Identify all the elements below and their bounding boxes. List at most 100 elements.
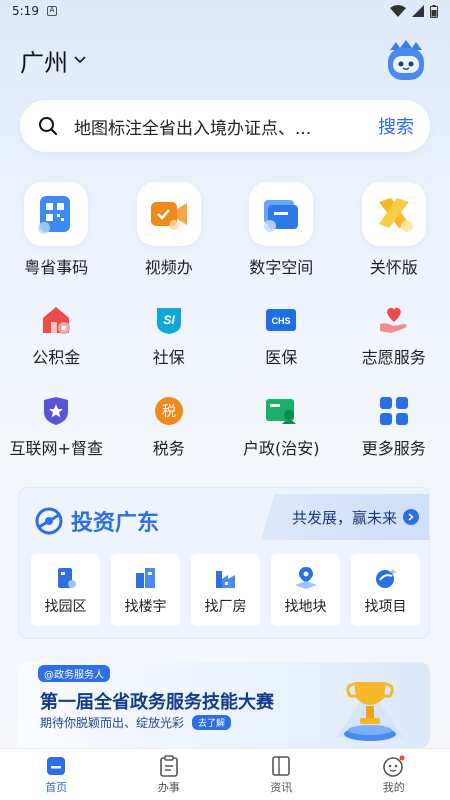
featured-label: 视频办 (144, 258, 193, 277)
factory-icon (215, 570, 235, 588)
service-item-medical-insurance[interactable]: CHS 医保 (225, 302, 338, 368)
home-icon (47, 756, 66, 775)
featured-item-digital-space[interactable]: 数字空间 (225, 182, 338, 278)
featured-item-qr[interactable]: 粤省事码 (0, 182, 113, 278)
invest-item-label: 找项目 (364, 598, 407, 615)
tab-label: 办事 (157, 780, 180, 794)
care-ribbon-icon (361, 182, 426, 246)
building-icon (135, 567, 155, 588)
invest-tiles: 找园区 找楼宇 找厂房 找地块 找项目 (31, 554, 420, 626)
volunteer-icon (376, 302, 412, 338)
promo-banner[interactable]: @政务服务人 第一届全省政务服务技能大赛 期待你脱颖而出、绽放光彩 去了解 (18, 662, 430, 748)
banner-subtitle: 期待你脱颖而出、绽放光彩 (40, 716, 185, 730)
service-item-more[interactable]: 更多服务 (338, 393, 450, 459)
invest-guangdong-card: 投资广东 共发展，赢未来 找园区 找楼宇 找厂房 找地块 找项目 (18, 487, 430, 639)
service-label: 志愿服务 (361, 348, 426, 367)
news-icon (272, 755, 291, 776)
clipboard-icon (159, 754, 178, 777)
service-item-housing-fund[interactable]: 公积金 (0, 302, 113, 368)
invest-slogan-link[interactable]: 共发展，赢未来 (261, 494, 429, 540)
service-item-social-security[interactable]: SI 社保 (113, 302, 226, 368)
banner-subtitle-row: 期待你脱颖而出、绽放光彩 去了解 (40, 714, 232, 731)
service-item-volunteer[interactable]: 志愿服务 (338, 302, 450, 368)
project-icon (375, 567, 397, 588)
services-row-2: 互联网+督查 税 税务 户政(治安) 更多服务 (0, 393, 450, 459)
search-icon (39, 117, 58, 136)
tab-label: 首页 (45, 780, 68, 794)
tab-label: 我的 (382, 780, 405, 794)
invest-item-project[interactable]: 找项目 (351, 554, 420, 626)
invest-item-factory[interactable]: 找厂房 (191, 554, 260, 626)
folder-icon (249, 182, 314, 246)
invest-title-text: 投资广东 (71, 511, 160, 536)
city-selector[interactable]: 广州 (20, 43, 86, 78)
invest-title: 投资广东 (35, 505, 159, 537)
featured-label: 关怀版 (369, 258, 418, 277)
featured-item-video[interactable]: 视频办 (113, 182, 226, 278)
chevron-right-icon (403, 509, 419, 525)
wifi-icon (390, 5, 406, 17)
invest-slogan-text: 共发展，赢未来 (291, 508, 397, 527)
banner-more-button[interactable]: 去了解 (192, 715, 232, 730)
service-label: 公积金 (32, 348, 81, 367)
services-row-1: 公积金 SI 社保 CHS 医保 志愿服务 (0, 302, 450, 368)
invest-item-park[interactable]: 找园区 (31, 554, 100, 626)
invest-item-label: 找楼宇 (124, 598, 167, 615)
city-name: 广州 (20, 48, 68, 77)
social-security-icon: SI (151, 302, 187, 338)
search-button[interactable]: 搜索 (378, 113, 414, 139)
svg-text:税: 税 (162, 404, 176, 420)
service-label: 税务 (152, 439, 185, 458)
trophy-icon (336, 682, 404, 741)
invest-logo-icon (35, 507, 63, 535)
search-placeholder: 地图标注全省出入境办证点、... (74, 118, 312, 139)
tab-profile[interactable]: 我的 (338, 749, 450, 800)
park-icon (57, 567, 76, 588)
invest-item-building[interactable]: 找楼宇 (111, 554, 180, 626)
service-label: 医保 (265, 348, 298, 367)
land-icon (294, 566, 317, 589)
featured-services: 粤省事码 视频办 数字空间 关怀版 (0, 182, 450, 278)
tab-home[interactable]: 首页 (0, 749, 113, 800)
featured-label: 数字空间 (249, 258, 314, 277)
invest-item-label: 找园区 (44, 598, 87, 615)
tab-services[interactable]: 办事 (113, 749, 226, 800)
chevron-down-icon (74, 56, 86, 64)
svg-text:CHS: CHS (272, 316, 291, 326)
video-icon (136, 182, 201, 246)
notification-app-icon: A (46, 6, 57, 16)
invest-item-land[interactable]: 找地块 (271, 554, 340, 626)
status-bar: 5:19 A (0, 0, 450, 22)
household-icon (263, 393, 299, 429)
service-item-supervision[interactable]: 互联网+督查 (0, 393, 113, 459)
tax-icon: 税 (151, 393, 187, 429)
assistant-mascot-icon[interactable] (382, 36, 430, 84)
service-item-household[interactable]: 户政(治安) (225, 393, 338, 459)
featured-item-care[interactable]: 关怀版 (338, 182, 450, 278)
service-label: 更多服务 (361, 439, 426, 458)
service-label: 户政(治安) (243, 439, 320, 458)
more-grid-icon (376, 393, 412, 429)
svg-text:SI: SI (163, 313, 175, 327)
invest-item-label: 找厂房 (204, 598, 247, 615)
medical-insurance-icon: CHS (263, 302, 299, 338)
service-label: 互联网+督查 (9, 439, 103, 458)
service-label: 社保 (152, 348, 185, 367)
banner-title: 第一届全省政务服务技能大赛 (40, 692, 274, 713)
invest-item-label: 找地块 (284, 598, 327, 615)
house-fund-icon (38, 302, 74, 338)
signal-icon (412, 5, 424, 17)
bottom-tab-bar: 首页 办事 资讯 我的 (0, 748, 450, 800)
tab-news[interactable]: 资讯 (225, 749, 338, 800)
qr-code-icon (24, 182, 89, 246)
search-bar[interactable]: 地图标注全省出入境办证点、... 搜索 (20, 100, 430, 152)
banner-tag: @政务服务人 (38, 665, 110, 682)
tab-label: 资讯 (270, 780, 293, 794)
top-bar: 广州 (20, 40, 430, 80)
service-item-tax[interactable]: 税 税务 (113, 393, 226, 459)
profile-icon (382, 755, 405, 777)
battery-icon (430, 4, 438, 18)
featured-label: 粤省事码 (24, 258, 89, 277)
shield-star-icon (38, 393, 74, 429)
status-time: 5:19 (12, 4, 39, 18)
